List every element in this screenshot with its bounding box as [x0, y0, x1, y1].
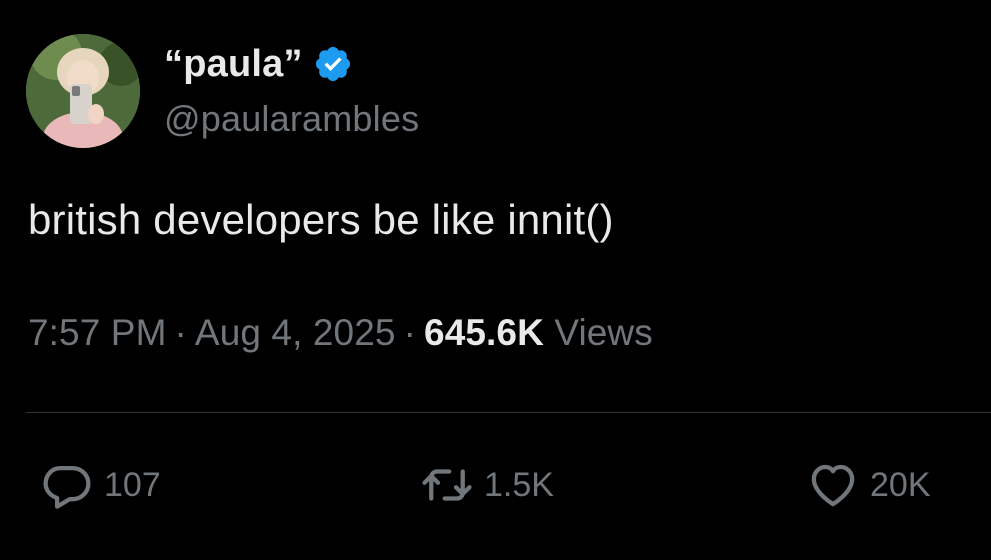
display-name-row: “paula” [164, 38, 419, 90]
reply-button[interactable]: 107 [40, 452, 161, 518]
action-bar: 107 1.5K 20K [0, 452, 991, 522]
verified-badge-icon [313, 44, 353, 84]
divider [26, 412, 991, 413]
tweet-text: british developers be like innit() [28, 196, 614, 243]
views-label: Views [554, 312, 653, 353]
reply-icon [40, 458, 94, 512]
retweet-count: 1.5K [484, 465, 554, 504]
user-names: “paula” @paularambles [164, 38, 419, 140]
views-count[interactable]: 645.6K [424, 312, 544, 353]
meta-separator: · [403, 312, 417, 353]
like-count: 20K [870, 465, 931, 504]
reply-count: 107 [104, 465, 161, 504]
user-handle[interactable]: @paularambles [164, 98, 419, 140]
retweet-icon [420, 458, 474, 512]
retweet-button[interactable]: 1.5K [420, 452, 554, 518]
avatar-image [26, 34, 140, 148]
meta-separator: · [174, 312, 187, 353]
tweet-meta: 7:57 PM · Aug 4, 2025 · 645.6K Views [28, 312, 653, 354]
tweet-card: “paula” @paularambles british developers… [0, 0, 991, 560]
tweet-date[interactable]: Aug 4, 2025 [195, 312, 396, 353]
display-name[interactable]: “paula” [164, 43, 303, 86]
heart-icon [806, 458, 860, 512]
avatar[interactable] [26, 34, 140, 148]
like-button[interactable]: 20K [806, 452, 931, 518]
tweet-time[interactable]: 7:57 PM [28, 312, 167, 353]
tweet-header: “paula” @paularambles [26, 34, 626, 150]
